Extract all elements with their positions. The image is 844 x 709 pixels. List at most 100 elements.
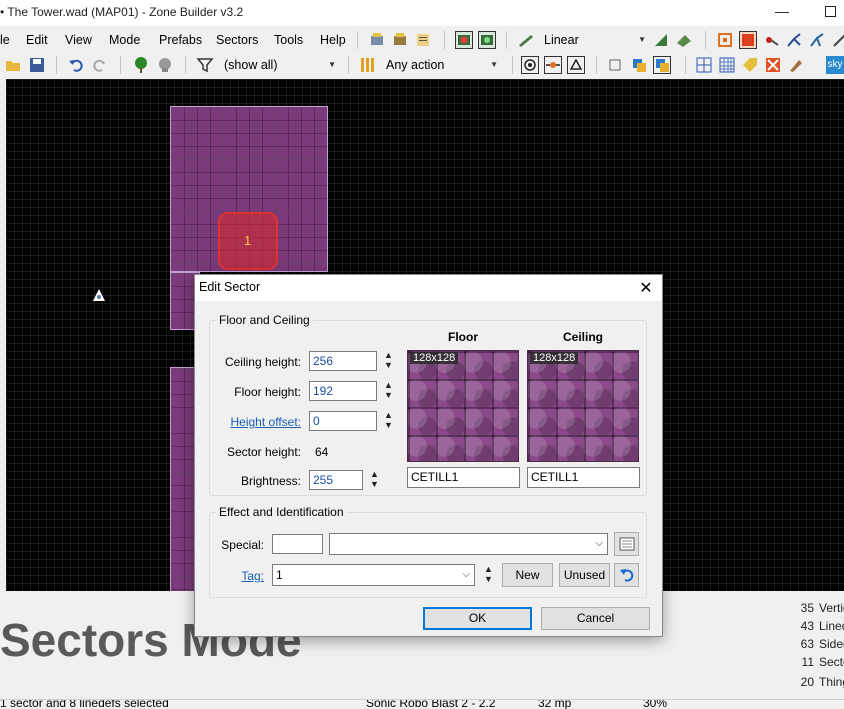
select-icon[interactable] xyxy=(653,56,671,74)
view-mode-dropdown[interactable]: Linear ▼ xyxy=(540,30,648,50)
floor-height-spinner[interactable]: ▲ ▼ xyxy=(382,380,395,402)
status-zoom[interactable]: 30% xyxy=(643,700,667,709)
floor-texture-name[interactable]: CETILL1 xyxy=(407,467,520,488)
tag-dropdown[interactable]: 1 ⌵ xyxy=(272,564,475,586)
menu-help[interactable]: Help xyxy=(320,33,346,47)
linedefs-mode-icon[interactable] xyxy=(544,56,562,74)
stat-vertices-count: 35 xyxy=(800,601,814,615)
brightness-icon[interactable] xyxy=(652,31,670,49)
sectors-mode-icon[interactable] xyxy=(567,56,585,74)
stat-linedefs-count: 43 xyxy=(800,619,814,633)
unused-tag-button[interactable]: Unused xyxy=(559,563,610,587)
stat-sectors-count: 11 xyxy=(801,655,814,669)
minimize-button[interactable]: — xyxy=(770,3,794,23)
render-mode-icon[interactable] xyxy=(455,31,473,49)
menu-file[interactable]: le xyxy=(0,33,10,47)
tools-extra-icon[interactable] xyxy=(831,31,844,49)
vertices-mode-icon[interactable] xyxy=(521,56,539,74)
status-grid[interactable]: 32 mp xyxy=(538,700,571,709)
save-icon[interactable] xyxy=(28,56,46,74)
things-filter-dropdown[interactable]: (show all) ▼ xyxy=(220,55,338,75)
undo-icon[interactable] xyxy=(67,56,85,74)
scripts-icon[interactable] xyxy=(414,31,432,49)
chevron-down-icon: ▼ xyxy=(328,60,336,69)
height-offset-spinner[interactable]: ▲ ▼ xyxy=(382,410,395,432)
special-label: Special: xyxy=(221,538,264,552)
window-titlebar: • The Tower.wad (MAP01) - Zone Builder v… xyxy=(0,0,844,26)
grid-icon[interactable] xyxy=(695,56,713,74)
reset-tag-button[interactable] xyxy=(614,563,639,587)
floor-height-input[interactable]: 192 xyxy=(309,381,377,401)
menu-tools[interactable]: Tools xyxy=(274,33,303,47)
height-offset-link[interactable]: Height offset: xyxy=(210,415,302,429)
ok-button[interactable]: OK xyxy=(423,607,532,630)
maximize-button[interactable] xyxy=(820,3,840,23)
ceiling-header: Ceiling xyxy=(562,330,603,344)
action-filter-icon xyxy=(358,56,376,74)
tag-spinner[interactable]: ▲ ▼ xyxy=(482,564,495,586)
action-filter-dropdown[interactable]: Any action ▼ xyxy=(382,55,500,75)
brush-icon[interactable] xyxy=(787,56,805,74)
things-mode-icon[interactable] xyxy=(478,31,496,49)
floor-tex-size: 128x128 xyxy=(410,352,459,364)
dialog-title: Edit Sector xyxy=(199,280,261,294)
floor-texture-preview[interactable]: 128x128 xyxy=(407,350,519,462)
special-number-input[interactable] xyxy=(272,534,323,554)
grid-snap-icon[interactable] xyxy=(716,31,734,49)
menu-mode[interactable]: Mode xyxy=(109,33,140,47)
dialog-close-button[interactable]: ✕ xyxy=(636,278,656,298)
dense-grid-icon[interactable] xyxy=(718,56,736,74)
sky-button[interactable]: sky xyxy=(826,56,844,74)
gray-thing-icon[interactable] xyxy=(156,56,174,74)
special-effect-dropdown[interactable]: ⌵ xyxy=(329,533,608,555)
effect-group-title: Effect and Identification xyxy=(216,505,347,519)
cancel-button[interactable]: Cancel xyxy=(541,607,650,630)
chevron-down-icon: ▼ xyxy=(490,60,498,69)
new-tag-button[interactable]: New xyxy=(502,563,553,587)
copy-props-icon[interactable] xyxy=(607,56,625,74)
tag-link[interactable]: Tag: xyxy=(210,569,264,583)
action-filter-value: Any action xyxy=(386,58,445,72)
ceiling-height-input[interactable]: 256 xyxy=(309,351,377,371)
floor-icon[interactable] xyxy=(675,31,693,49)
thing-marker-icon[interactable] xyxy=(92,288,106,305)
status-bar: 1 sector and 8 linedefs selected Sonic R… xyxy=(0,699,844,709)
menu-view[interactable]: View xyxy=(65,33,92,47)
auto-merge-icon[interactable] xyxy=(739,31,757,49)
draw-vertex-icon[interactable] xyxy=(762,31,780,49)
ceiling-height-spinner[interactable]: ▲ ▼ xyxy=(382,350,395,372)
curve-icon[interactable] xyxy=(808,31,826,49)
ceiling-texture-name[interactable]: CETILL1 xyxy=(527,467,640,488)
lines-icon[interactable] xyxy=(785,31,803,49)
brightness-mode-icon[interactable] xyxy=(764,56,782,74)
menu-prefabs[interactable]: Prefabs xyxy=(159,33,202,47)
brightness-spinner[interactable]: ▲ ▼ xyxy=(368,469,381,491)
menu-sectors[interactable]: Sectors xyxy=(216,33,258,47)
view-mode-icon xyxy=(517,31,535,49)
floor-height-label: Floor height: xyxy=(234,385,301,399)
menu-edit[interactable]: Edit xyxy=(26,33,48,47)
edit-sector-dialog: Edit Sector ✕ Floor and Ceiling Ceiling … xyxy=(194,274,663,637)
tag-icon[interactable] xyxy=(741,56,759,74)
stat-sectors: 11 Secto xyxy=(790,655,844,669)
ceiling-tex-size: 128x128 xyxy=(530,352,579,364)
stat-linedefs: 43 Lined xyxy=(790,619,844,633)
brightness-label: Brightness: xyxy=(240,474,301,488)
paste-props-icon[interactable] xyxy=(630,56,648,74)
redo-icon[interactable] xyxy=(91,56,109,74)
test-map-icon[interactable] xyxy=(368,31,386,49)
chevron-down-icon: ▼ xyxy=(638,35,646,44)
stat-sectors-label: Secto xyxy=(819,655,844,669)
ceiling-texture-preview[interactable]: 128x128 xyxy=(527,350,639,462)
open-folder-icon[interactable] xyxy=(4,56,22,74)
height-offset-input[interactable]: 0 xyxy=(309,411,377,431)
test-map-skill-icon[interactable] xyxy=(391,31,409,49)
tree-icon[interactable] xyxy=(132,56,150,74)
floor-ceiling-group: Floor and Ceiling Ceiling height: 256 ▲ ▼… xyxy=(209,313,647,496)
chevron-down-icon: ⌵ xyxy=(462,569,470,580)
brightness-input[interactable]: 255 xyxy=(309,470,363,490)
browse-effects-button[interactable] xyxy=(614,532,639,556)
stat-sidedefs: 63 Sided xyxy=(790,637,844,651)
menu-bar: le Edit View Mode Prefabs Sectors Tools … xyxy=(0,27,844,52)
tag-value: 1 xyxy=(276,568,283,582)
